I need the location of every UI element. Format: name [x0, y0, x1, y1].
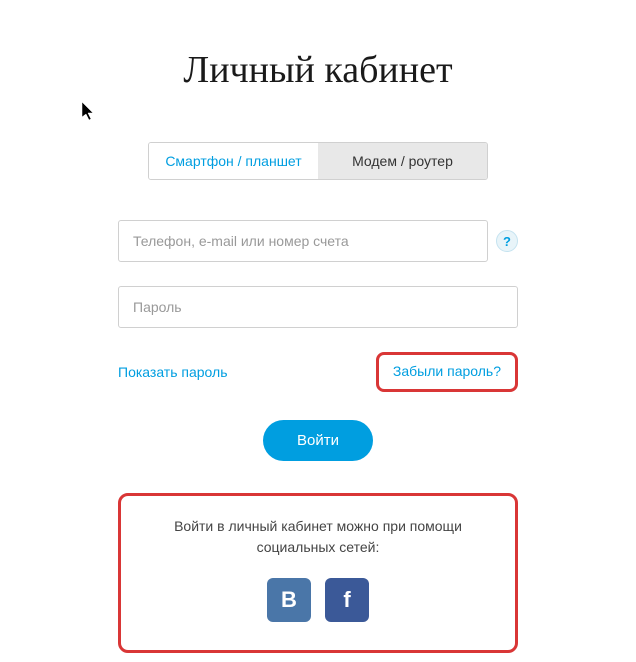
- social-login-highlight: Войти в личный кабинет можно при помощи …: [118, 493, 518, 653]
- cursor-icon: [82, 102, 98, 122]
- social-text-line2: социальных сетей:: [257, 539, 380, 555]
- page-title: Личный кабинет: [0, 48, 636, 92]
- device-tabs: Смартфон / планшет Модем / роутер: [148, 142, 488, 180]
- social-text-line1: Войти в личный кабинет можно при помощи: [174, 518, 462, 534]
- facebook-login-button[interactable]: f: [325, 578, 369, 622]
- show-password-link[interactable]: Показать пароль: [118, 364, 228, 380]
- tab-smartphone[interactable]: Смартфон / планшет: [149, 143, 318, 179]
- forgot-password-link[interactable]: Забыли пароль?: [393, 363, 501, 379]
- login-form: Смартфон / планшет Модем / роутер ? Пока…: [118, 142, 518, 653]
- forgot-password-highlight: Забыли пароль?: [376, 352, 518, 392]
- facebook-icon: f: [343, 587, 350, 613]
- vk-login-button[interactable]: В: [267, 578, 311, 622]
- vk-icon: В: [281, 587, 297, 613]
- login-row: ?: [118, 220, 518, 262]
- links-row: Показать пароль Забыли пароль?: [118, 352, 518, 392]
- password-row: [118, 286, 518, 328]
- tab-modem[interactable]: Модем / роутер: [318, 143, 487, 179]
- social-login-text: Войти в личный кабинет можно при помощи …: [139, 516, 497, 558]
- login-button[interactable]: Войти: [263, 420, 373, 461]
- help-icon[interactable]: ?: [496, 230, 518, 252]
- login-input[interactable]: [118, 220, 488, 262]
- password-input[interactable]: [118, 286, 518, 328]
- social-buttons: В f: [139, 578, 497, 622]
